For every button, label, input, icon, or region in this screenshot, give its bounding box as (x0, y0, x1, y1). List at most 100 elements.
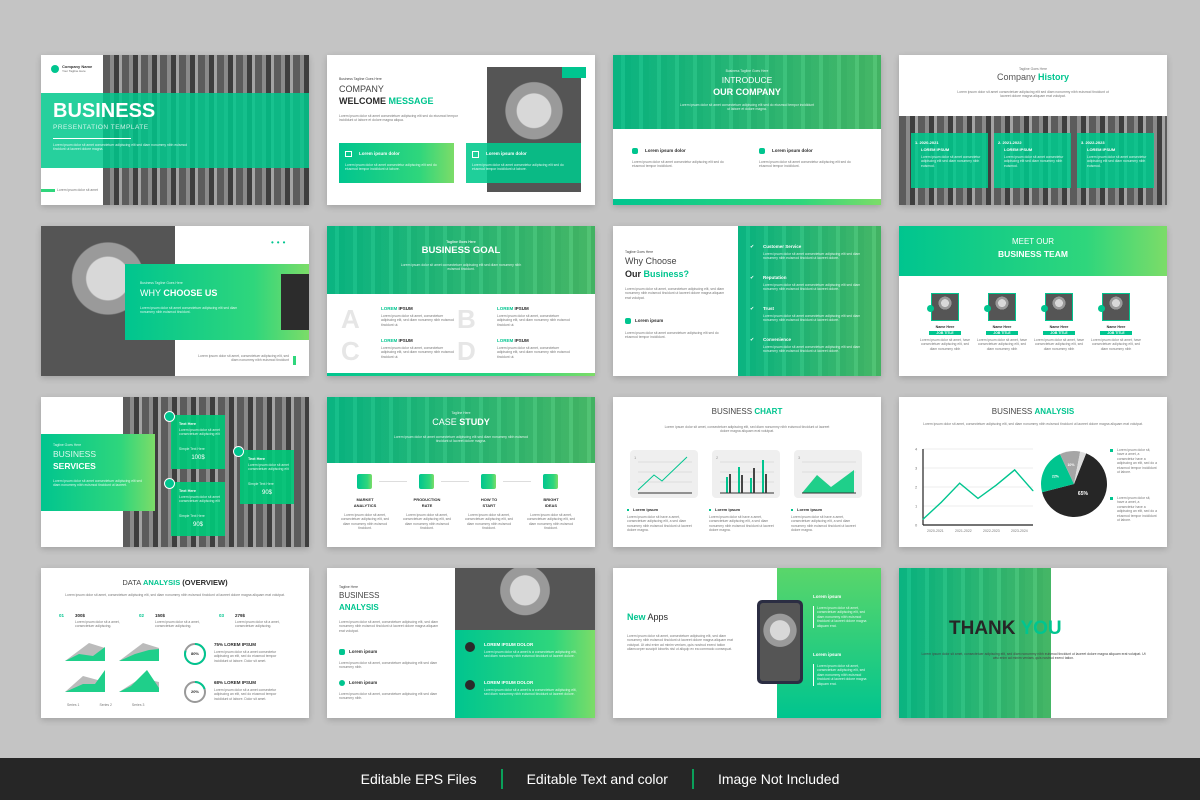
logo-icon (51, 65, 59, 73)
service-price: 90$ (261, 490, 272, 496)
slide-new-apps[interactable]: New Apps Lorem ipsum dolor sit amet, con… (613, 568, 881, 718)
slide-body: Lorem ipsum dolor sit amet consectetuer … (393, 435, 529, 444)
member-name: Name Here (1049, 325, 1069, 329)
header-photo (327, 397, 595, 463)
member-badge-icon (1098, 305, 1105, 312)
legend-marker (1110, 497, 1113, 500)
tagline: Tagline Goes Here (625, 250, 654, 254)
data-point (922, 518, 924, 520)
city-photo (899, 568, 1051, 718)
slide-business-services[interactable]: Tagline Goes Here BUSINESS SERVICES Lore… (41, 397, 309, 547)
title-a: THANK (949, 618, 1016, 639)
service-title: Text Here (179, 489, 197, 493)
step-icon (543, 474, 558, 489)
service-card: Text Here Lorem ipsum dolor sit amet con… (240, 450, 294, 504)
service-price: 100$ (191, 455, 205, 461)
slide-body: Lorem ipsum dolor sit amet consectetuer … (339, 114, 458, 123)
edit-icon (472, 151, 479, 158)
slide-body: Lorem ipsum dolor sit amet, consectetuer… (627, 634, 733, 652)
slide-introduce-company[interactable]: Business Tagline Goes Here INTRODUCE OUR… (613, 55, 881, 205)
title-line2: ANALYSIS (339, 603, 379, 612)
slide-business-analysis-profile[interactable]: Tagline Here BUSINESS ANALYSIS Lorem ips… (327, 568, 595, 718)
goal-title: LOREM IPSUM (497, 338, 529, 343)
service-check: Simple Text Here (179, 514, 205, 518)
slide-business-cover[interactable]: Company Name Your Tagline Here BUSINESS … (41, 55, 309, 205)
slide-body: Lorem ipsum dolor sit amet, consectetuer… (625, 287, 725, 300)
title-line2: BUSINESS TEAM (998, 249, 1068, 259)
check-title: Convenience (763, 337, 792, 342)
chart-card-2 (712, 450, 780, 498)
card-body: Lorem ipsum dolor sit amet consectetur a… (345, 163, 437, 172)
slide-body: Lorem ipsum dolor sit amet consectetuer … (53, 143, 188, 152)
slide-business-team[interactable]: MEET OUR BUSINESS TEAM Name Here JOB TIT… (899, 226, 1167, 376)
period-label: LOREM IPSUM (1004, 147, 1033, 152)
idea-icon (339, 680, 345, 686)
slide-business-goal[interactable]: Tagline Goes Here BUSINESS GOAL Lorem ip… (327, 226, 595, 376)
title-a: DATA (122, 578, 141, 587)
ring-value: 80% (190, 651, 199, 656)
data-point (1032, 490, 1034, 492)
step-title: HOW TO START (480, 497, 498, 508)
slide-welcome-message[interactable]: Business Tagline Goes Here COMPANY WELCO… (327, 55, 595, 205)
slide-why-choose-business[interactable]: Tagline Goes Here Why Choose Our Busines… (613, 226, 881, 376)
item-title: Lorem ipsum (715, 507, 741, 512)
feature-title: Lorem ipsum (349, 649, 378, 654)
step-arrow (441, 481, 469, 482)
check-icon: ✔ (750, 337, 755, 343)
goal-title: LOREM IPSUM (381, 338, 413, 343)
slide-body: Lorem ipsum dolor sit amet consectetuer … (53, 479, 142, 488)
slide-data-analysis[interactable]: DATA ANALYSIS (OVERVIEW) Lorem ipsum dol… (41, 568, 309, 718)
title-a: New (627, 612, 646, 622)
slide-body: Lorem ipsum dolor sit amet, consectetuer… (65, 593, 285, 597)
ring-title: 68% LOREM IPSUM (214, 680, 257, 685)
item-marker (791, 509, 793, 511)
slide-body: Lorem ipsum dolor sit amet, consectetuer… (664, 425, 830, 434)
title-b: Apps (647, 612, 669, 622)
item-body: Lorem ipsum dolor sit amet consectetur a… (759, 160, 851, 169)
dark-block (281, 274, 309, 330)
slide-business-chart[interactable]: BUSINESS CHART Lorem ipsum dolor sit ame… (613, 397, 881, 547)
check-icon: ✔ (750, 306, 755, 312)
member-name: Name Here (935, 325, 955, 329)
footer-text: Lorem ipsum dolor sit amet (57, 188, 98, 192)
slide-business-analysis-chart[interactable]: BUSINESS ANALYSIS Lorem ipsum dolor sit … (899, 397, 1167, 547)
goal-letter: D (457, 336, 476, 366)
stat-num: 02 (139, 613, 145, 618)
x-tick-label: 2023-2024 (1011, 529, 1028, 533)
member-body: Lorem ipsum dolor sit amet, have consect… (919, 338, 971, 351)
trophy-icon (339, 649, 345, 655)
step-title: BRIGHT IDEAS (543, 497, 559, 508)
title-line2: OUR COMPANY (713, 87, 781, 97)
footer-item-editable: Editable Text and color (526, 771, 668, 787)
legend-marker (1110, 449, 1113, 452)
title-a: Our (625, 269, 642, 279)
stat-body: Lorem ipsum dolor sit a amet, consectetu… (75, 620, 120, 629)
title-line1: Why Choose (625, 256, 677, 266)
feature-title: Lorem ipsum (635, 318, 664, 323)
x-tick-label: 2021-2022 (955, 529, 972, 533)
history-card-3: 3. 2022-2023 LOREM IPSUM Lorem ipsum dolor… (1077, 133, 1154, 188)
member-name: Name Here (992, 325, 1012, 329)
step-title: PRODUCTION RATE (413, 497, 441, 508)
man-photo (455, 568, 595, 632)
slide-thank-you[interactable]: THANK YOU Lorem ipsum dolor sit amet, co… (899, 568, 1167, 718)
member-role: JOB TITLE (1043, 331, 1075, 335)
edit-icon (759, 148, 765, 154)
title-b: ANALYSIS (142, 578, 181, 587)
check-title: Trust (763, 306, 775, 311)
member-body: Lorem ipsum dolor sit amet, have consect… (1033, 338, 1085, 351)
card-body: Lorem ipsum dolor sit amet consectetur a… (472, 163, 564, 172)
service-price: 90$ (192, 522, 203, 528)
ring-value: 20% (190, 689, 199, 694)
slide-why-choose-us[interactable]: ••• Business Tagline Goes Here WHY CHOOS… (41, 226, 309, 376)
slide-case-study[interactable]: Tagline Here CASE STUDY Lorem ipsum dolo… (327, 397, 595, 547)
service-body: Lorem ipsum dolor sit amet consectetuer … (179, 495, 220, 504)
stat-num: 01 (59, 613, 65, 618)
check-title: Customer Service (763, 244, 802, 249)
step-body: Lorem ipsum dolor sit amet, consectetuer… (402, 513, 452, 531)
goal-letter: A (341, 304, 360, 334)
slide-company-history[interactable]: Tagline Goes Here Company History Lorem … (899, 55, 1167, 205)
area-charts (65, 643, 159, 692)
member-badge-icon (1041, 305, 1048, 312)
item-body: Lorem ipsum dolor sit have a amet, conse… (791, 515, 856, 533)
